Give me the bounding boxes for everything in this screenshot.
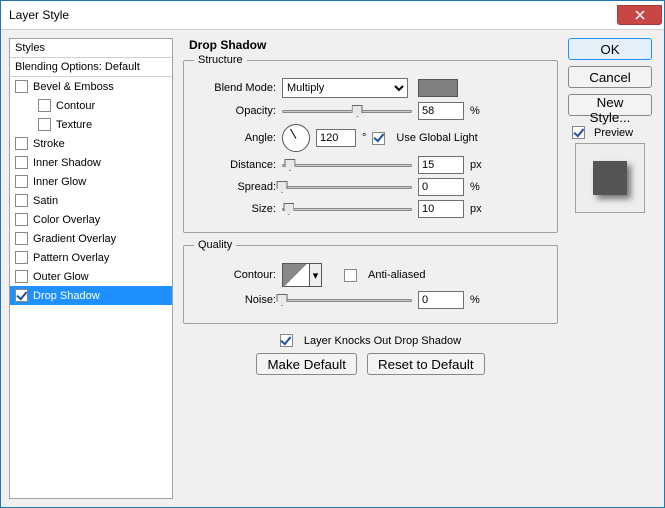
- effect-title: Drop Shadow: [189, 38, 558, 52]
- global-light-checkbox[interactable]: [372, 132, 385, 145]
- right-column: OK Cancel New Style... Preview: [568, 38, 656, 499]
- opacity-unit: %: [470, 105, 488, 117]
- style-item-gradient-overlay[interactable]: Gradient Overlay: [10, 229, 172, 248]
- reset-default-button[interactable]: Reset to Default: [367, 353, 485, 375]
- style-item-checkbox[interactable]: [38, 99, 51, 112]
- styles-header[interactable]: Styles: [10, 39, 172, 58]
- knockout-label: Layer Knocks Out Drop Shadow: [304, 335, 461, 347]
- style-item-satin[interactable]: Satin: [10, 191, 172, 210]
- distance-unit: px: [470, 159, 488, 171]
- style-item-checkbox[interactable]: [15, 289, 28, 302]
- angle-dial[interactable]: [282, 124, 310, 152]
- chevron-down-icon: ▾: [313, 269, 319, 282]
- style-item-pattern-overlay[interactable]: Pattern Overlay: [10, 248, 172, 267]
- style-item-color-overlay[interactable]: Color Overlay: [10, 210, 172, 229]
- blending-options[interactable]: Blending Options: Default: [10, 58, 172, 77]
- style-item-checkbox[interactable]: [15, 80, 28, 93]
- size-label: Size:: [194, 203, 276, 215]
- layer-style-dialog: Layer Style Styles Blending Options: Def…: [0, 0, 665, 508]
- style-item-drop-shadow[interactable]: Drop Shadow: [10, 286, 172, 305]
- style-item-checkbox[interactable]: [15, 194, 28, 207]
- size-unit: px: [470, 203, 488, 215]
- spread-input[interactable]: [418, 178, 464, 196]
- opacity-input[interactable]: [418, 102, 464, 120]
- preview-label: Preview: [594, 127, 633, 139]
- style-item-label: Inner Glow: [33, 176, 86, 188]
- style-item-checkbox[interactable]: [15, 175, 28, 188]
- style-item-checkbox[interactable]: [38, 118, 51, 131]
- styles-list: Styles Blending Options: Default Bevel &…: [9, 38, 173, 499]
- style-item-checkbox[interactable]: [15, 232, 28, 245]
- distance-label: Distance:: [194, 159, 276, 171]
- style-item-label: Contour: [56, 100, 95, 112]
- spread-unit: %: [470, 181, 488, 193]
- knockout-checkbox[interactable]: [280, 334, 293, 347]
- spread-label: Spread:: [194, 181, 276, 193]
- antialiased-checkbox[interactable]: [344, 269, 357, 282]
- style-item-outer-glow[interactable]: Outer Glow: [10, 267, 172, 286]
- dialog-body: Styles Blending Options: Default Bevel &…: [1, 30, 664, 507]
- blend-mode-label: Blend Mode:: [194, 82, 276, 94]
- angle-input[interactable]: [316, 129, 356, 147]
- style-item-label: Stroke: [33, 138, 65, 150]
- style-item-label: Satin: [33, 195, 58, 207]
- quality-group: Quality Contour: ▾ Anti-aliased Noise: %: [183, 239, 558, 324]
- make-default-button[interactable]: Make Default: [256, 353, 357, 375]
- window-title: Layer Style: [9, 8, 617, 22]
- noise-slider[interactable]: [282, 293, 412, 307]
- contour-picker[interactable]: [282, 263, 310, 287]
- style-item-label: Outer Glow: [33, 271, 89, 283]
- style-item-checkbox[interactable]: [15, 251, 28, 264]
- style-item-label: Gradient Overlay: [33, 233, 116, 245]
- spread-slider[interactable]: [282, 180, 412, 194]
- noise-label: Noise:: [194, 294, 276, 306]
- opacity-label: Opacity:: [194, 105, 276, 117]
- global-light-label: Use Global Light: [396, 132, 477, 144]
- style-item-label: Drop Shadow: [33, 290, 100, 302]
- close-button[interactable]: [617, 5, 662, 25]
- contour-dropdown[interactable]: ▾: [310, 263, 322, 287]
- distance-input[interactable]: [418, 156, 464, 174]
- style-item-stroke[interactable]: Stroke: [10, 134, 172, 153]
- angle-unit: °: [362, 132, 366, 144]
- noise-unit: %: [470, 294, 488, 306]
- contour-label: Contour:: [194, 269, 276, 281]
- cancel-button[interactable]: Cancel: [568, 66, 652, 88]
- style-item-checkbox[interactable]: [15, 213, 28, 226]
- preview-box: [575, 143, 645, 213]
- noise-input[interactable]: [418, 291, 464, 309]
- style-item-checkbox[interactable]: [15, 137, 28, 150]
- ok-button[interactable]: OK: [568, 38, 652, 60]
- antialiased-label: Anti-aliased: [368, 269, 425, 281]
- close-icon: [635, 10, 645, 20]
- size-input[interactable]: [418, 200, 464, 218]
- preview-swatch: [593, 161, 627, 195]
- style-item-checkbox[interactable]: [15, 270, 28, 283]
- style-item-inner-glow[interactable]: Inner Glow: [10, 172, 172, 191]
- opacity-slider[interactable]: [282, 104, 412, 118]
- quality-legend: Quality: [194, 239, 236, 251]
- preview-checkbox[interactable]: [572, 126, 585, 139]
- style-item-inner-shadow[interactable]: Inner Shadow: [10, 153, 172, 172]
- style-item-texture[interactable]: Texture: [10, 115, 172, 134]
- size-slider[interactable]: [282, 202, 412, 216]
- blend-mode-select[interactable]: Multiply: [282, 78, 408, 98]
- style-item-label: Inner Shadow: [33, 157, 101, 169]
- style-item-contour[interactable]: Contour: [10, 96, 172, 115]
- effect-panel: Drop Shadow Structure Blend Mode: Multip…: [183, 38, 558, 499]
- style-item-checkbox[interactable]: [15, 156, 28, 169]
- structure-legend: Structure: [194, 54, 247, 66]
- shadow-color-swatch[interactable]: [418, 79, 458, 97]
- style-item-label: Texture: [56, 119, 92, 131]
- distance-slider[interactable]: [282, 158, 412, 172]
- style-item-bevel-emboss[interactable]: Bevel & Emboss: [10, 77, 172, 96]
- titlebar: Layer Style: [1, 1, 664, 30]
- style-item-label: Bevel & Emboss: [33, 81, 114, 93]
- new-style-button[interactable]: New Style...: [568, 94, 652, 116]
- structure-group: Structure Blend Mode: Multiply Opacity: …: [183, 54, 558, 233]
- style-item-label: Pattern Overlay: [33, 252, 109, 264]
- angle-label: Angle:: [194, 132, 276, 144]
- style-item-label: Color Overlay: [33, 214, 100, 226]
